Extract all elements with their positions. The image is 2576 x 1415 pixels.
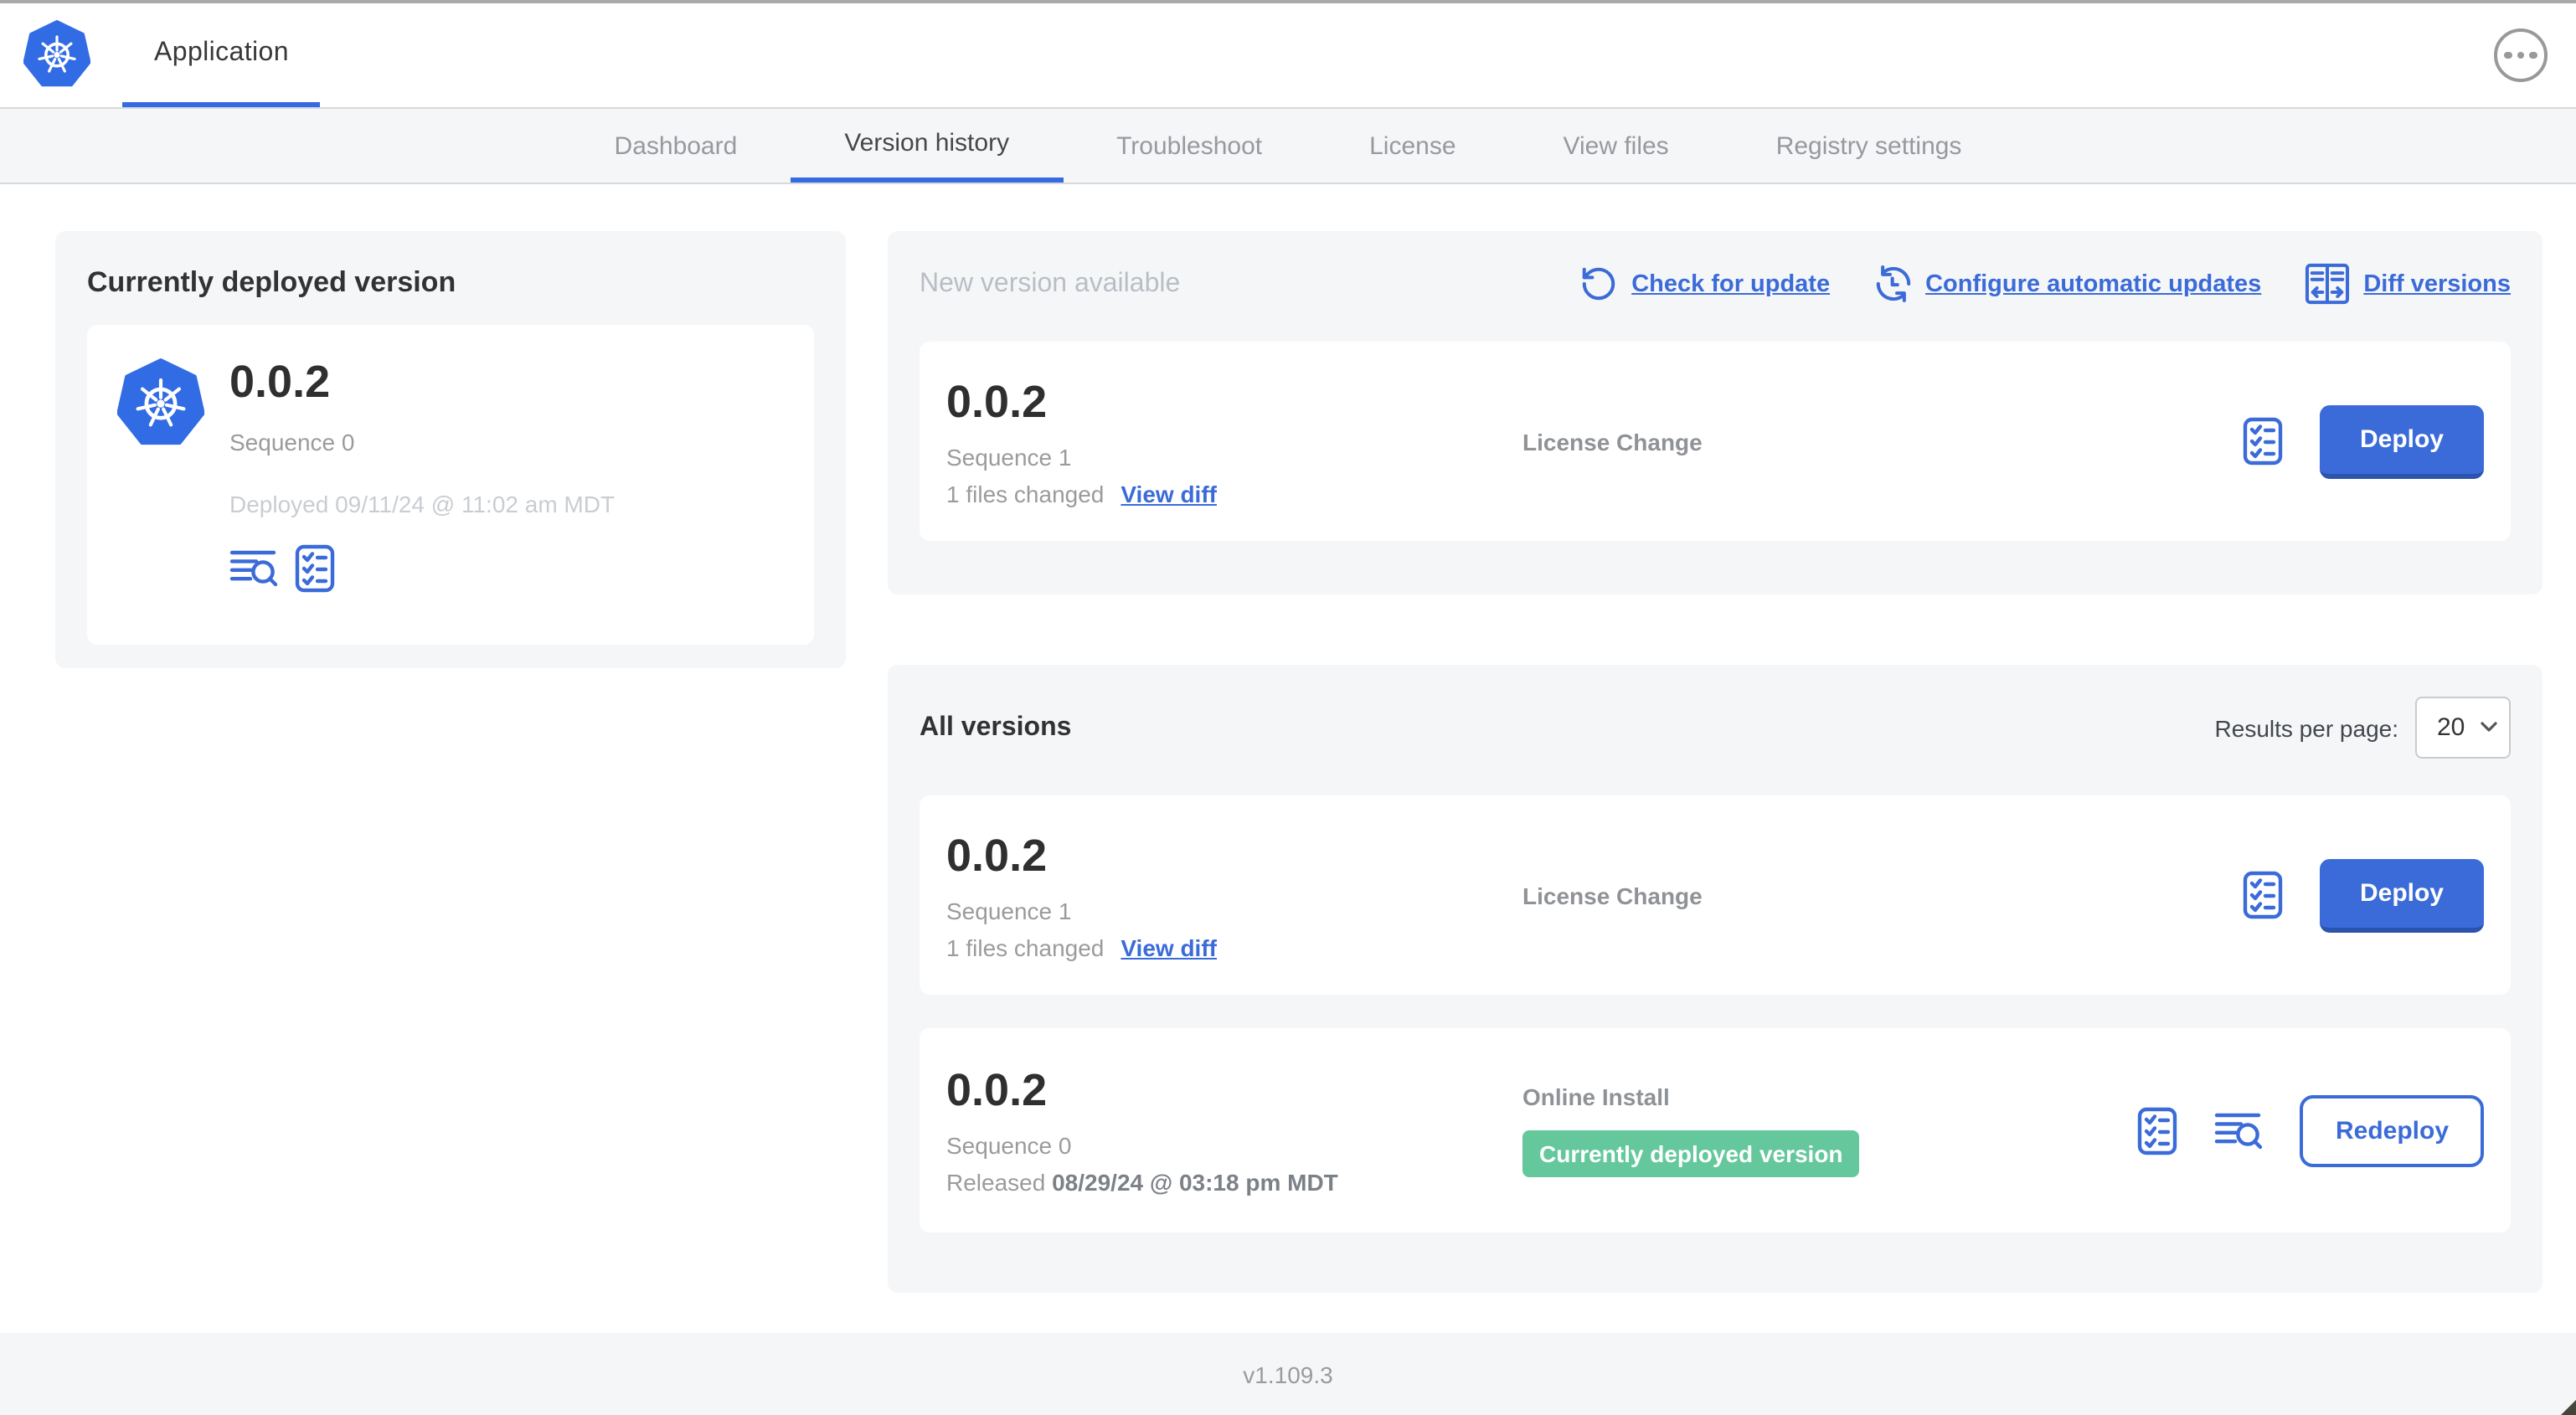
results-per-page-label: Results per page: bbox=[2214, 714, 2398, 741]
version-label: 0.0.2 bbox=[946, 830, 1048, 880]
right-column: New version available Check for update C… bbox=[888, 231, 2543, 1293]
kubernetes-logo-icon bbox=[117, 358, 204, 445]
check-for-update-label: Check for update bbox=[1631, 270, 1831, 297]
version-source-label: License Change bbox=[1522, 882, 1703, 908]
released-timestamp: Released 08/29/24 @ 03:18 pm MDT bbox=[946, 1169, 1338, 1196]
tab-view-files[interactable]: View files bbox=[1510, 109, 1723, 183]
nav-tabs: Dashboard Version history Troubleshoot L… bbox=[561, 109, 2016, 183]
sequence-label: Sequence 1 bbox=[946, 897, 1072, 924]
nav-bar: Dashboard Version history Troubleshoot L… bbox=[0, 107, 2576, 184]
app-name: Application bbox=[154, 38, 289, 66]
tab-dashboard[interactable]: Dashboard bbox=[561, 109, 791, 183]
version-label: 0.0.2 bbox=[946, 376, 1048, 426]
view-diff-link[interactable]: View diff bbox=[1121, 480, 1217, 507]
view-logs-icon[interactable] bbox=[229, 548, 278, 589]
diff-columns-icon bbox=[2305, 263, 2350, 305]
new-version-title: New version available bbox=[920, 269, 1181, 297]
deploy-button[interactable]: Deploy bbox=[2319, 858, 2484, 932]
sequence-label: Sequence 0 bbox=[229, 429, 355, 455]
diff-versions-link[interactable]: Diff versions bbox=[2305, 263, 2511, 305]
currently-deployed-badge: Currently deployed version bbox=[1522, 1130, 1860, 1177]
results-per-page: Results per page: 20 bbox=[2215, 697, 2511, 759]
view-diff-link[interactable]: View diff bbox=[1121, 934, 1217, 960]
currently-deployed-panel: Currently deployed version 0.0.2 Sequenc… bbox=[55, 231, 846, 668]
preflight-checks-icon[interactable] bbox=[295, 544, 335, 593]
configure-automatic-updates-link[interactable]: Configure automatic updates bbox=[1873, 265, 2261, 303]
app-tab[interactable]: Application bbox=[122, 3, 321, 107]
all-versions-panel: All versions Results per page: 20 0.0.2 … bbox=[888, 665, 2543, 1293]
kubernetes-logo-icon bbox=[23, 19, 91, 87]
view-logs-icon[interactable] bbox=[2215, 1109, 2264, 1151]
preflight-checks-icon[interactable] bbox=[2243, 871, 2283, 919]
check-for-update-link[interactable]: Check for update bbox=[1579, 265, 1830, 303]
version-row: 0.0.2 Sequence 0 Released 08/29/24 @ 03:… bbox=[920, 1028, 2511, 1232]
deploy-button[interactable]: Deploy bbox=[2319, 404, 2484, 478]
deployed-timestamp: Deployed 09/11/24 @ 11:02 am MDT bbox=[229, 491, 616, 517]
diff-versions-label: Diff versions bbox=[2363, 270, 2511, 297]
tab-license[interactable]: License bbox=[1316, 109, 1509, 183]
all-versions-title: All versions bbox=[920, 713, 1072, 741]
new-version-panel: New version available Check for update C… bbox=[888, 231, 2543, 594]
currently-deployed-title: Currently deployed version bbox=[87, 266, 456, 298]
auto-update-clock-icon bbox=[1873, 265, 1912, 303]
tab-version-history[interactable]: Version history bbox=[791, 109, 1064, 183]
preflight-checks-icon[interactable] bbox=[2138, 1106, 2178, 1155]
tab-registry-settings[interactable]: Registry settings bbox=[1723, 109, 2016, 183]
version-source-label: License Change bbox=[1522, 428, 1703, 455]
sequence-label: Sequence 0 bbox=[946, 1132, 1072, 1159]
files-changed-label: 1 files changed bbox=[946, 934, 1105, 960]
deployed-version-card: 0.0.2 Sequence 0 Deployed 09/11/24 @ 11:… bbox=[87, 325, 814, 645]
version-source: Online Install Currently deployed versio… bbox=[1522, 1083, 2138, 1177]
deployed-version-details: 0.0.2 Sequence 0 Deployed 09/11/24 @ 11:… bbox=[229, 352, 615, 618]
results-per-page-select[interactable]: 20 bbox=[2415, 697, 2511, 759]
new-version-card: 0.0.2 Sequence 1 1 files changed View di… bbox=[920, 342, 2511, 541]
footer: v1.109.3 bbox=[0, 1333, 2576, 1415]
page: Application Dashboard Version history Tr… bbox=[0, 0, 2576, 1415]
sequence-label: Sequence 1 bbox=[946, 443, 1072, 470]
configure-automatic-updates-label: Configure automatic updates bbox=[1925, 270, 2262, 297]
tab-troubleshoot[interactable]: Troubleshoot bbox=[1063, 109, 1316, 183]
preflight-checks-icon[interactable] bbox=[2243, 417, 2283, 466]
version-info: 0.0.2 Sequence 1 1 files changed View di… bbox=[946, 376, 1522, 507]
version-info: 0.0.2 Sequence 1 1 files changed View di… bbox=[946, 830, 1522, 960]
ellipsis-menu-icon[interactable] bbox=[2494, 28, 2548, 82]
console-version-label: v1.109.3 bbox=[1243, 1361, 1333, 1387]
main-content: Currently deployed version 0.0.2 Sequenc… bbox=[0, 184, 2576, 1293]
version-source-label: Online Install bbox=[1522, 1083, 1670, 1110]
version-label: 0.0.2 bbox=[946, 1065, 1048, 1115]
version-row: 0.0.2 Sequence 1 1 files changed View di… bbox=[920, 795, 2511, 995]
files-changed-label: 1 files changed bbox=[946, 480, 1105, 507]
version-label: 0.0.2 bbox=[229, 357, 331, 407]
redeploy-button[interactable]: Redeploy bbox=[2300, 1094, 2484, 1166]
cursor-artifact bbox=[2561, 1400, 2576, 1415]
version-info: 0.0.2 Sequence 0 Released 08/29/24 @ 03:… bbox=[946, 1065, 1522, 1196]
refresh-ccw-icon bbox=[1579, 265, 1618, 303]
app-header: Application bbox=[0, 3, 2576, 107]
